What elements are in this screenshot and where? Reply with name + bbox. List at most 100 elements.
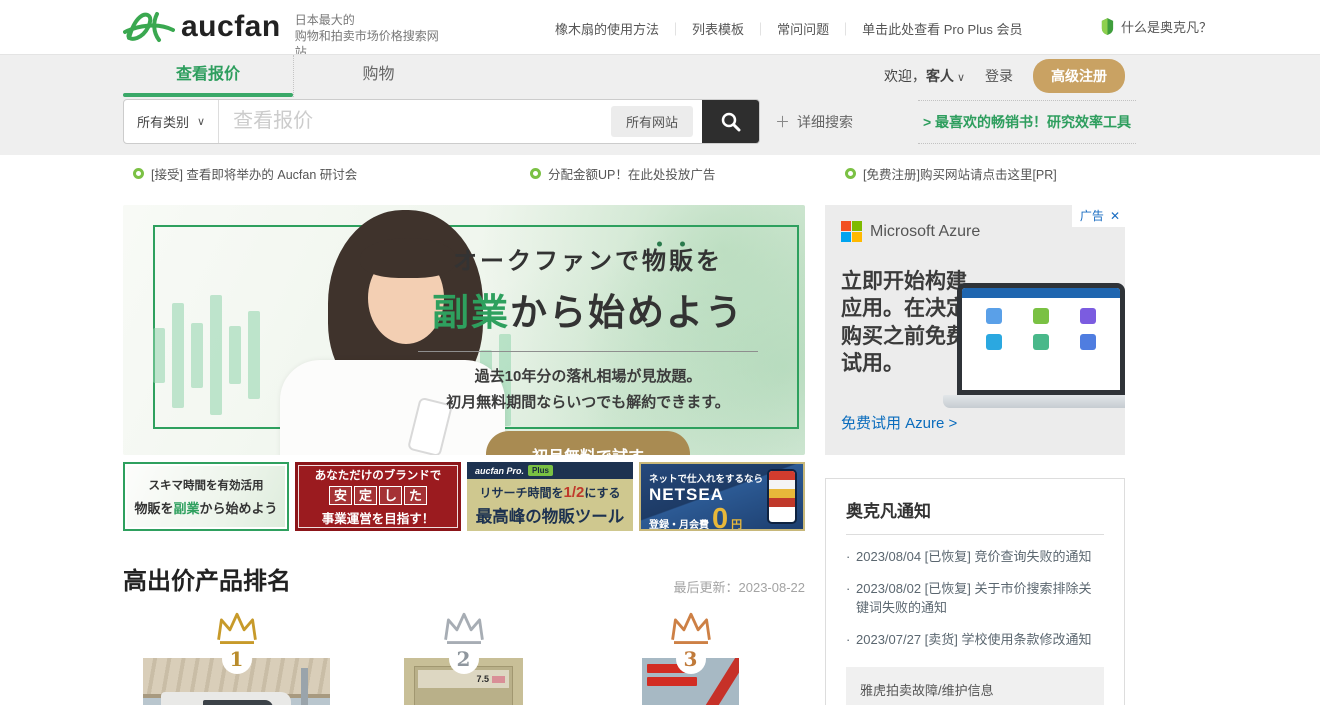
tab-price-lookup[interactable]: 查看报价 bbox=[123, 55, 293, 97]
nav-link-faq[interactable]: 常问问题 bbox=[777, 19, 829, 38]
welcome-text: 欢迎，客人∨ bbox=[884, 66, 965, 86]
azure-ad[interactable]: 广告 ✕ Microsoft Azure 立即开始构建应用。在决定购买之前免费试… bbox=[825, 205, 1125, 455]
banner-thumb-brand[interactable]: あなただけのブランドで 安定した 事業運営を目指す！ bbox=[295, 462, 461, 531]
left-column: オークファンで物販を 副業から始めよう 過去10年分の落札相場が見放題。 初月無… bbox=[123, 205, 805, 705]
ad-label: 广告 bbox=[1080, 207, 1104, 224]
silver-crown-icon bbox=[441, 610, 487, 644]
brand-name: Microsoft Azure bbox=[870, 223, 980, 241]
microsoft-logo-icon bbox=[841, 221, 862, 242]
hero-title-line2: 副業から始めよう bbox=[399, 282, 777, 336]
green-ring-icon bbox=[133, 168, 144, 179]
free-trial-button[interactable]: 初月無料で試す bbox=[486, 431, 690, 456]
search-box: 所有类别 ∨ 所有网站 bbox=[123, 99, 760, 144]
category-label: 所有类别 bbox=[137, 112, 189, 131]
nav-divider: ｜ bbox=[754, 19, 767, 38]
aucfan-pro-logo-bar: aucfan Pro. Plus bbox=[467, 462, 633, 479]
divider bbox=[846, 534, 1104, 535]
bestseller-promo-link[interactable]: > 最喜欢的畅销书！研究效率工具 bbox=[918, 100, 1136, 144]
azure-trial-link[interactable]: 免费试用 Azure > bbox=[841, 412, 957, 433]
notice-item[interactable]: 2023/07/27 [卖货] 学校使用条款修改通知 bbox=[846, 631, 1104, 650]
search-input[interactable] bbox=[219, 110, 611, 133]
what-is-label: 什么是奥克凡？ bbox=[1121, 17, 1212, 36]
notices-bar: [接受] 查看即将举办的 Aucfan 研讨会 分配金额UP！在此处投放广告 [… bbox=[0, 164, 1320, 190]
ad-tag: 广告 ✕ bbox=[1072, 205, 1125, 227]
aucfan-notices-box: 奥克凡通知 2023/08/04 [已恢复] 竞价查询失败的通知 2023/08… bbox=[825, 478, 1125, 705]
site-filter-button[interactable]: 所有网站 bbox=[611, 106, 693, 137]
hero-subtext: 過去10年分の落札相場が見放題。 初月無料期間ならいつでも解約できます。 bbox=[399, 364, 777, 417]
banner-thumb-sidejob[interactable]: スキマ時間を有効活用 物販を副業から始めよう bbox=[123, 462, 289, 531]
hero-title-line1: オークファンで物販を bbox=[399, 241, 777, 276]
login-link[interactable]: 登录 bbox=[985, 66, 1013, 86]
thumb-text: スキマ時間を有効活用 bbox=[125, 477, 287, 493]
nav-link-usage[interactable]: 橡木扇的使用方法 bbox=[555, 19, 659, 38]
right-column: 广告 ✕ Microsoft Azure 立即开始构建应用。在决定购买之前免费试… bbox=[825, 205, 1125, 705]
tab-shopping[interactable]: 购物 bbox=[293, 55, 463, 97]
beginner-mark-icon bbox=[1100, 17, 1115, 36]
notice-link-buy-site[interactable]: [免费注册]购买网站请点击这里[PR] bbox=[845, 164, 1057, 183]
nav-divider: ｜ bbox=[669, 19, 682, 38]
notice-label: 分配金额UP！在此处投放广告 bbox=[548, 164, 715, 183]
nav-link-pro-plus[interactable]: 单击此处查看 Pro Plus 会员 bbox=[862, 19, 1022, 38]
top-nav: 橡木扇的使用方法 ｜ 列表模板 ｜ 常问问题 ｜ 单击此处查看 Pro Plus… bbox=[555, 19, 1022, 38]
premium-register-button[interactable]: 高级注册 bbox=[1033, 59, 1125, 93]
chevron-down-icon: ∨ bbox=[197, 115, 205, 128]
account-area: 欢迎，客人∨ 登录 高级注册 bbox=[884, 55, 1125, 97]
close-icon[interactable]: ✕ bbox=[1110, 209, 1120, 223]
rank-item-2: 2 7.5 TRAINER bbox=[350, 610, 577, 705]
aucfan-logo[interactable]: aucfan 日本最大的 购物和拍卖市场价格搜索网站 bbox=[123, 8, 445, 55]
card-grade: 7.5 bbox=[476, 674, 489, 684]
plus-icon: ＋ bbox=[775, 111, 790, 132]
ranking-title: 高出价产品排名 bbox=[123, 561, 291, 596]
notice-label: [接受] 查看即将举办的 Aucfan 研讨会 bbox=[151, 164, 357, 183]
hero-banner[interactable]: オークファンで物販を 副業から始めよう 過去10年分の落札相場が見放題。 初月無… bbox=[123, 205, 805, 455]
banner-thumb-netsea[interactable]: ネットで仕入れをするなら NETSEA 登録・月会費 0 円 bbox=[639, 462, 805, 531]
ranking-updated: 最后更新：2023-08-22 bbox=[674, 577, 806, 596]
hero-text: オークファンで物販を 副業から始めよう 過去10年分の落札相場が見放題。 初月無… bbox=[399, 241, 777, 455]
chevron-down-icon: ∨ bbox=[957, 72, 965, 84]
yahoo-maintenance-link[interactable]: 雅虎拍卖故障/维护信息 bbox=[846, 667, 1104, 705]
notices-title: 奥克凡通知 bbox=[846, 497, 1104, 522]
green-ring-icon bbox=[530, 168, 541, 179]
site-header: aucfan 日本最大的 购物和拍卖市场价格搜索网站 橡木扇的使用方法 ｜ 列表… bbox=[0, 0, 1320, 55]
advanced-search-link[interactable]: ＋ 详细搜索 bbox=[775, 111, 853, 132]
gold-crown-icon bbox=[214, 610, 260, 644]
rank-number: 3 bbox=[676, 644, 706, 674]
rank-number: 2 bbox=[449, 644, 479, 674]
search-band: 查看报价 购物 欢迎，客人∨ 登录 高级注册 所有类别 ∨ 所有网站 ＋ 详 bbox=[0, 55, 1320, 155]
thumb-text: 最高峰の物販ツール bbox=[467, 503, 633, 527]
rank-item-1: 1 bbox=[123, 610, 350, 705]
thumb-text: リサーチ時間を1/2にする bbox=[467, 484, 633, 501]
aucfan-pro-wordmark: aucfan Pro. bbox=[475, 466, 524, 476]
thumb-text: 物販を副業から始めよう bbox=[125, 498, 287, 517]
thumb-text: 安定した bbox=[298, 486, 458, 505]
ranking-row: 1 2 7.5 TRAINER bbox=[123, 610, 805, 705]
notice-link-ads[interactable]: 分配金额UP！在此处投放广告 bbox=[530, 164, 715, 183]
phone-graphic bbox=[767, 469, 797, 524]
search-row: 所有类别 ∨ 所有网站 ＋ 详细搜索 > 最喜欢的畅销书！研究效率工具 bbox=[0, 97, 1320, 155]
tagline-line1: 日本最大的 bbox=[295, 12, 445, 28]
search-submit-button[interactable] bbox=[702, 100, 759, 143]
thumb-text: 事業運営を目指す！ bbox=[298, 508, 458, 527]
green-ring-icon bbox=[845, 168, 856, 179]
notice-link-seminar[interactable]: [接受] 查看即将举办的 Aucfan 研讨会 bbox=[133, 164, 357, 183]
notice-item[interactable]: 2023/08/04 [已恢复] 竞价查询失败的通知 bbox=[846, 548, 1104, 567]
what-is-aucfan-link[interactable]: 什么是奥克凡？ bbox=[1100, 17, 1212, 36]
category-select[interactable]: 所有类别 ∨ bbox=[124, 100, 219, 143]
aucfan-logo-icon bbox=[123, 8, 175, 46]
banner-thumbnails: スキマ時間を有効活用 物販を副業から始めよう あなただけのブランドで 安定した … bbox=[123, 462, 805, 531]
notice-item[interactable]: 2023/08/02 [已恢复] 关于市价搜索排除关键词失败的通知 bbox=[846, 580, 1104, 618]
guest-dropdown[interactable]: 客人 bbox=[926, 68, 954, 84]
bronze-crown-icon bbox=[668, 610, 714, 644]
site-tagline: 日本最大的 购物和拍卖市场价格搜索网站 bbox=[295, 8, 445, 55]
search-icon bbox=[720, 111, 742, 133]
nav-divider: ｜ bbox=[839, 19, 852, 38]
nav-link-templates[interactable]: 列表模板 bbox=[692, 19, 744, 38]
rank-item-3: 3 bbox=[577, 610, 804, 705]
plus-badge: Plus bbox=[528, 465, 553, 476]
banner-thumb-aucfan-pro[interactable]: aucfan Pro. Plus リサーチ時間を1/2にする 最高峰の物販ツール bbox=[467, 462, 633, 531]
ranking-header: 高出价产品排名 最后更新：2023-08-22 bbox=[123, 561, 805, 596]
logo-wordmark: aucfan bbox=[181, 8, 281, 46]
tab-row: 查看报价 购物 欢迎，客人∨ 登录 高级注册 bbox=[0, 55, 1320, 97]
hero-divider bbox=[418, 351, 758, 352]
tagline-line2: 购物和拍卖市场价格搜索网站 bbox=[295, 28, 445, 55]
